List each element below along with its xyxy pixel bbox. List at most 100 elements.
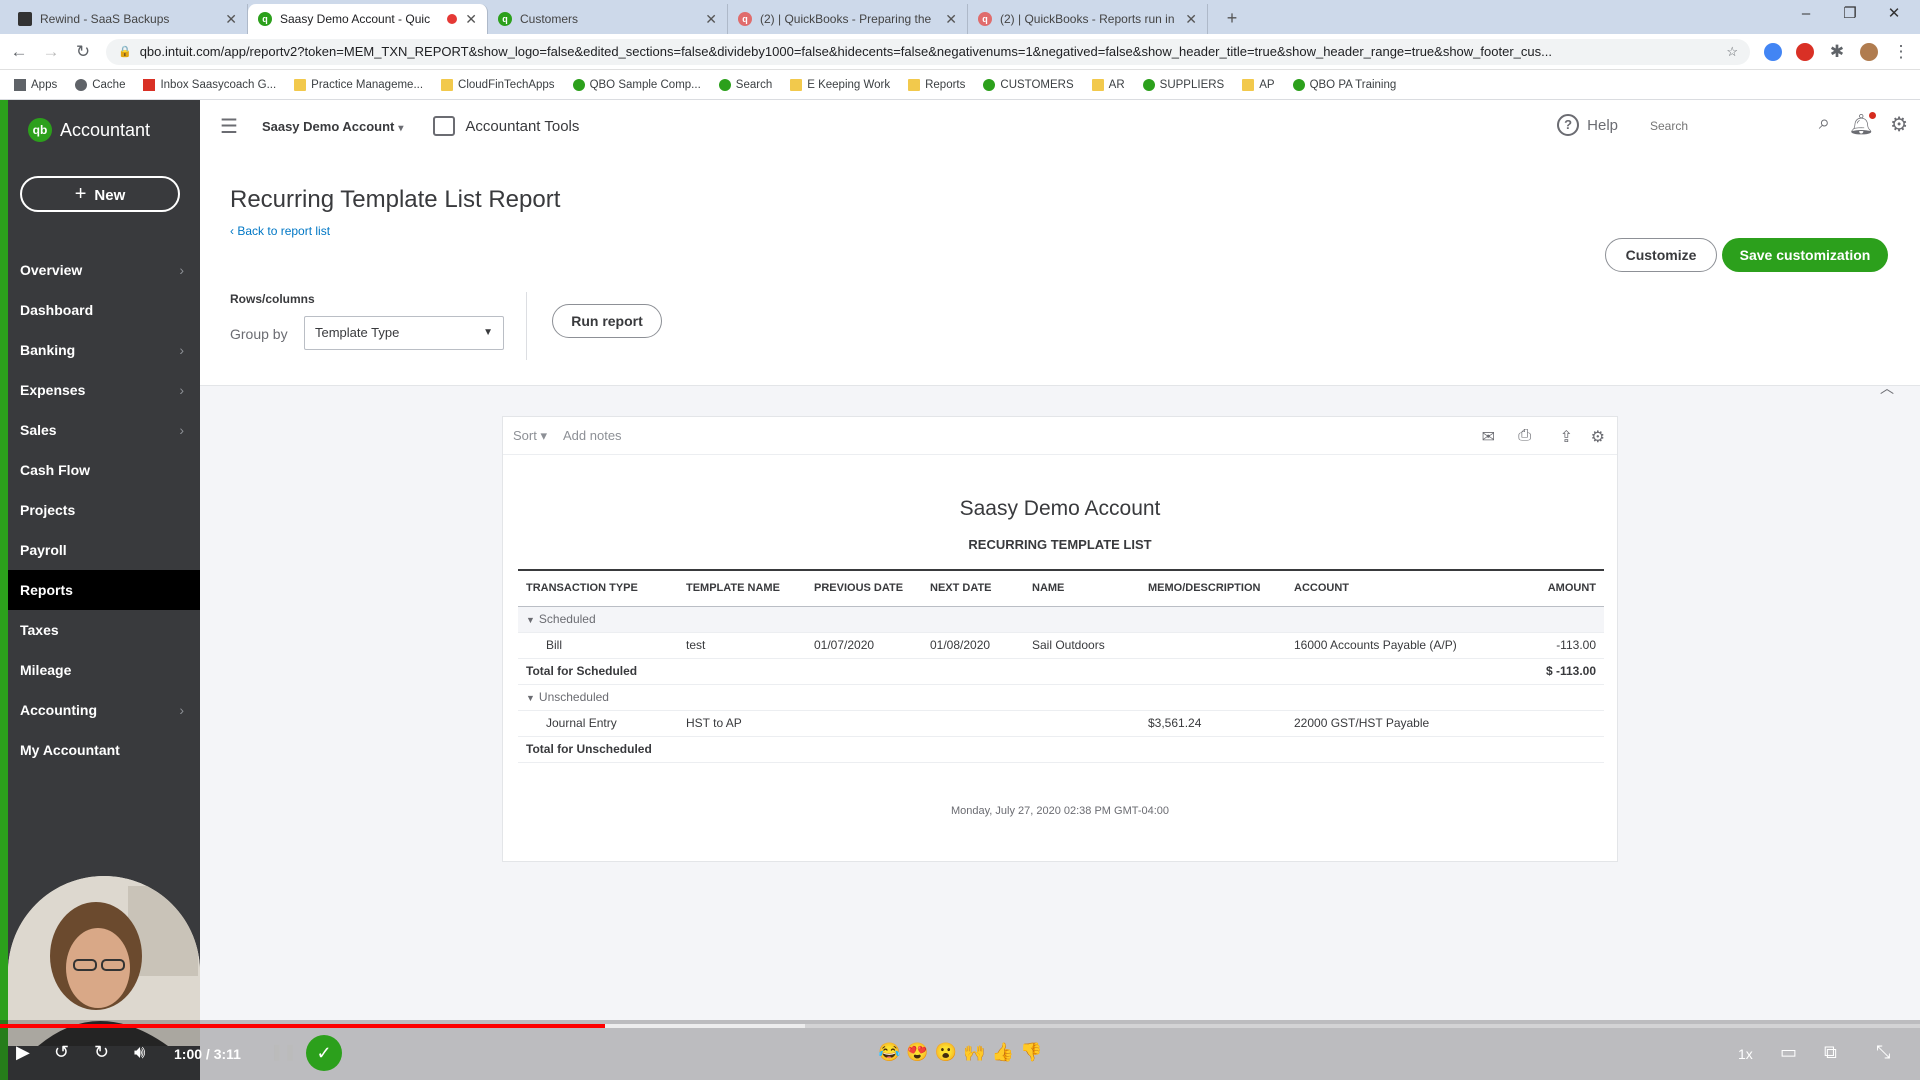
column-header[interactable]: NAME (1024, 569, 1140, 607)
bookmark-item[interactable]: Reports (908, 78, 965, 91)
group-by-select[interactable]: Template Type ▼ (304, 316, 504, 350)
bookmark-item[interactable]: E Keeping Work (790, 78, 890, 91)
browser-tab[interactable]: Rewind - SaaS Backups ✕ (8, 4, 248, 34)
back-arrow-icon[interactable]: ← (10, 42, 28, 62)
puzzle-icon[interactable]: ✱ (1828, 42, 1846, 62)
bookmark-item[interactable]: Search (718, 78, 772, 91)
bookmark-item[interactable]: SUPPLIERS (1142, 78, 1224, 91)
back-to-report-list-link[interactable]: ‹ Back to report list (230, 224, 330, 238)
browser-tab[interactable]: q Customers ✕ (488, 4, 728, 34)
star-icon[interactable]: ☆ (1726, 44, 1738, 60)
bookmark-item[interactable]: CUSTOMERS (983, 78, 1074, 91)
sidebar-item-mileage[interactable]: Mileage (8, 650, 200, 690)
email-icon[interactable]: ✉ (1482, 427, 1495, 447)
export-icon[interactable]: ⇪ (1560, 427, 1573, 447)
save-customization-button[interactable]: Save customization (1722, 238, 1888, 272)
column-header[interactable]: TEMPLATE NAME (678, 569, 806, 607)
forward-arrow-icon[interactable]: → (42, 42, 60, 62)
group-row[interactable]: ▼ Scheduled (518, 606, 1604, 633)
column-header[interactable]: ACCOUNT (1286, 569, 1484, 607)
print-icon[interactable]: ⎙ (1518, 427, 1531, 445)
help-button[interactable]: ? Help (1557, 114, 1618, 136)
table-row[interactable]: Bill test 01/07/2020 01/08/2020 Sail Out… (518, 632, 1604, 659)
accountant-tools-button[interactable]: Accountant Tools (433, 116, 579, 136)
sort-dropdown[interactable]: Sort ▾ (513, 428, 547, 444)
sidebar-item-my-accountant[interactable]: My Accountant (8, 730, 200, 770)
play-icon[interactable]: ▶ (16, 1042, 30, 1063)
table-row[interactable]: Journal Entry HST to AP $3,561.24 22000 … (518, 710, 1604, 737)
search-icon[interactable]: ⌕ (1819, 112, 1830, 135)
extension-icon[interactable] (1764, 42, 1782, 61)
profile-avatar[interactable] (1860, 42, 1878, 61)
template-name-cell[interactable]: test (678, 632, 806, 659)
accountant-logo[interactable]: qb Accountant (28, 118, 150, 142)
sidebar-item-banking[interactable]: Banking › (8, 330, 200, 370)
column-header[interactable]: PREVIOUS DATE (806, 569, 922, 607)
bookmark-item[interactable]: Practice Manageme... (294, 78, 423, 91)
column-header[interactable]: MEMO/DESCRIPTION (1140, 569, 1286, 607)
column-header[interactable]: TRANSACTION TYPE (518, 569, 678, 607)
sidebar-item-projects[interactable]: Projects (8, 490, 200, 530)
template-name-cell[interactable]: HST to AP (678, 710, 806, 737)
run-report-button[interactable]: Run report (552, 304, 662, 338)
browser-tab[interactable]: q (2) | QuickBooks - Reports run in ✕ (968, 4, 1208, 34)
fullscreen-exit-icon[interactable]: ⤡ (1876, 1042, 1890, 1063)
browser-tab-active[interactable]: q Saasy Demo Account - Quic ✕ (248, 4, 488, 34)
company-switcher[interactable]: Saasy Demo Account ▾ (262, 119, 403, 134)
sidebar-item-sales[interactable]: Sales › (8, 410, 200, 450)
collapse-triangle-icon[interactable]: ▼ (526, 693, 535, 703)
rewind-10-icon[interactable]: ↺ (54, 1042, 69, 1063)
browser-tab[interactable]: q (2) | QuickBooks - Preparing the ✕ (728, 4, 968, 34)
bookmark-item[interactable]: AR (1091, 78, 1125, 91)
sidebar-item-expenses[interactable]: Expenses › (8, 370, 200, 410)
sidebar-item-taxes[interactable]: Taxes (8, 610, 200, 650)
volume-icon[interactable]: 🔊︎ (134, 1042, 145, 1063)
reload-icon[interactable]: ↻ (74, 42, 92, 62)
extension-icon[interactable] (1796, 42, 1814, 61)
close-tab-icon[interactable]: ✕ (1185, 4, 1197, 34)
settings-gear-icon[interactable]: ⚙ (1890, 112, 1908, 137)
add-notes-link[interactable]: Add notes (563, 428, 622, 443)
sidebar-item-payroll[interactable]: Payroll (8, 530, 200, 570)
bookmark-item[interactable]: CloudFinTechApps (441, 78, 555, 91)
collapse-chevron-up-icon[interactable]: ︿ (1880, 378, 1894, 398)
close-tab-icon[interactable]: ✕ (225, 4, 237, 34)
playback-speed[interactable]: 1x (1738, 1046, 1753, 1062)
sidebar-item-cash-flow[interactable]: Cash Flow (8, 450, 200, 490)
bookmark-item[interactable]: Apps (14, 78, 57, 91)
transaction-type-cell[interactable]: Bill (518, 632, 678, 659)
address-bar[interactable]: 🔒 qbo.intuit.com/app/reportv2?token=MEM_… (106, 38, 1750, 65)
new-tab-button[interactable]: + (1218, 4, 1246, 32)
restore-icon[interactable]: ❐ (1828, 0, 1872, 30)
sidebar-item-accounting[interactable]: Accounting › (8, 690, 200, 730)
emoji-reactions[interactable]: 😂😍😮🙌👍👎 (878, 1042, 1048, 1063)
column-header[interactable]: NEXT DATE (922, 569, 1024, 607)
customize-button[interactable]: Customize (1605, 238, 1717, 272)
new-button[interactable]: + New (20, 176, 180, 212)
group-row[interactable]: ▼ Unscheduled (518, 684, 1604, 711)
pause-icon[interactable]: ❚❚ (270, 1042, 297, 1062)
sidebar-item-overview[interactable]: Overview › (8, 250, 200, 290)
bookmark-item[interactable]: Inbox Saasycoach G... (143, 78, 276, 91)
close-tab-icon[interactable]: ✕ (465, 4, 477, 34)
close-window-icon[interactable]: ✕ (1872, 0, 1916, 30)
check-icon[interactable]: ✓ (306, 1035, 342, 1071)
hamburger-menu-icon[interactable]: ☰ (220, 114, 238, 139)
minimize-icon[interactable]: – (1784, 0, 1828, 30)
close-tab-icon[interactable]: ✕ (945, 4, 957, 34)
sidebar-item-reports[interactable]: Reports (8, 570, 200, 610)
collapse-triangle-icon[interactable]: ▼ (526, 615, 535, 625)
forward-10-icon[interactable]: ↻ (94, 1042, 109, 1063)
bookmark-item[interactable]: QBO Sample Comp... (572, 78, 701, 91)
url-text[interactable]: qbo.intuit.com/app/reportv2?token=MEM_TX… (140, 44, 1719, 59)
report-settings-gear-icon[interactable]: ⚙ (1591, 427, 1605, 447)
transaction-type-cell[interactable]: Journal Entry (518, 710, 678, 737)
column-header[interactable]: AMOUNT (1484, 569, 1604, 607)
kebab-menu-icon[interactable]: ⋮ (1892, 42, 1910, 62)
notifications-bell-icon[interactable]: 🔔︎ (1849, 112, 1876, 137)
picture-in-picture-icon[interactable]: ⧉ (1824, 1042, 1837, 1063)
bookmark-item[interactable]: Cache (75, 78, 125, 91)
video-progress-bar[interactable] (0, 1024, 1920, 1028)
close-tab-icon[interactable]: ✕ (705, 4, 717, 34)
theater-mode-icon[interactable]: ▭ (1780, 1042, 1797, 1063)
